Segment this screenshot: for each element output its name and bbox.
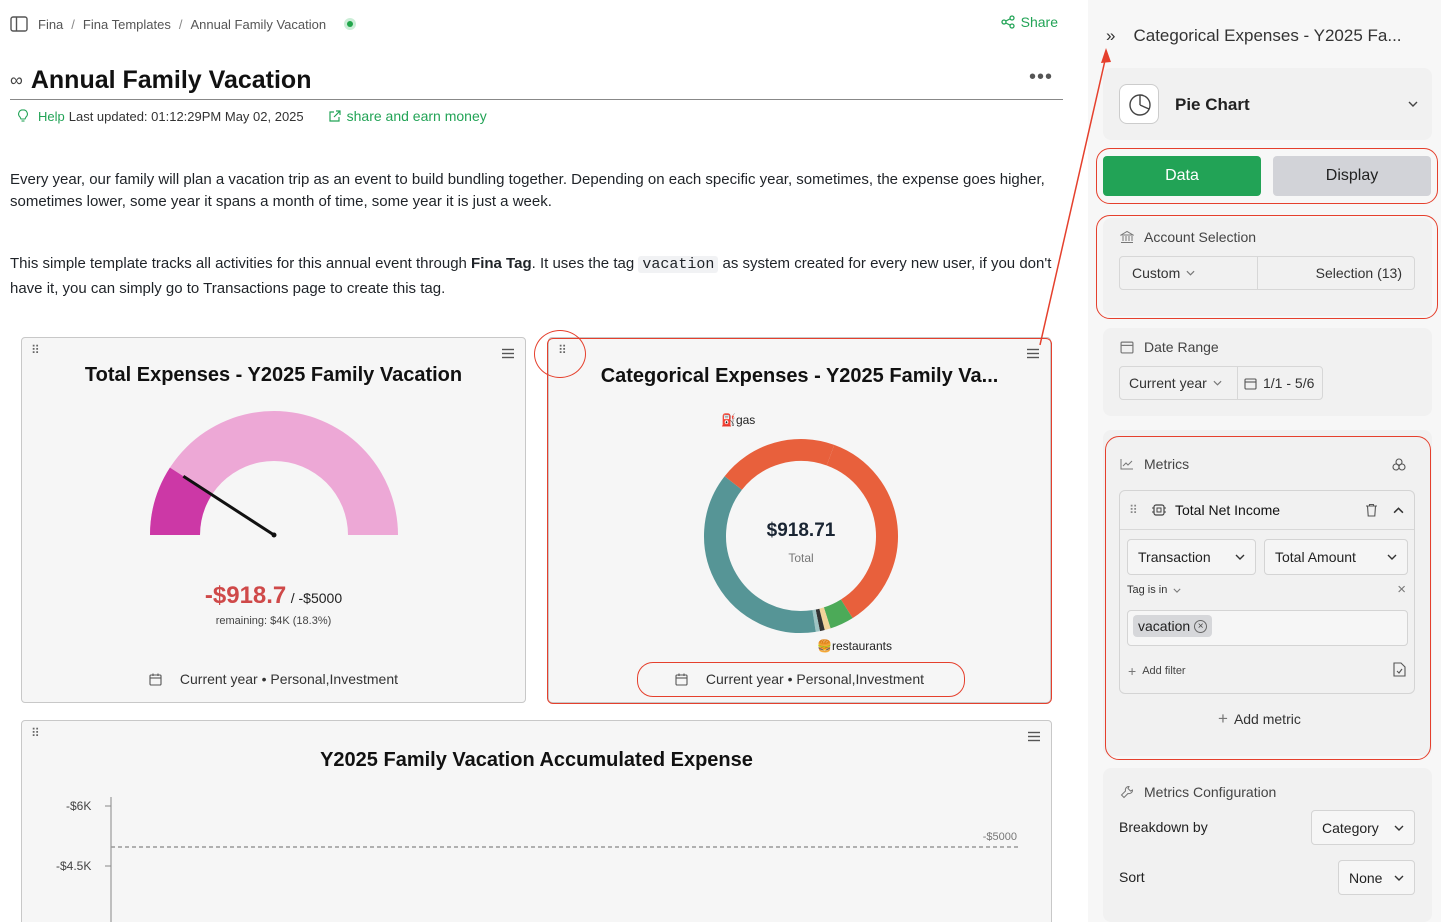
page-root: Fina / Fina Templates / Annual Family Va…: [0, 0, 1441, 922]
annotation-arrow: [1039, 48, 1111, 346]
